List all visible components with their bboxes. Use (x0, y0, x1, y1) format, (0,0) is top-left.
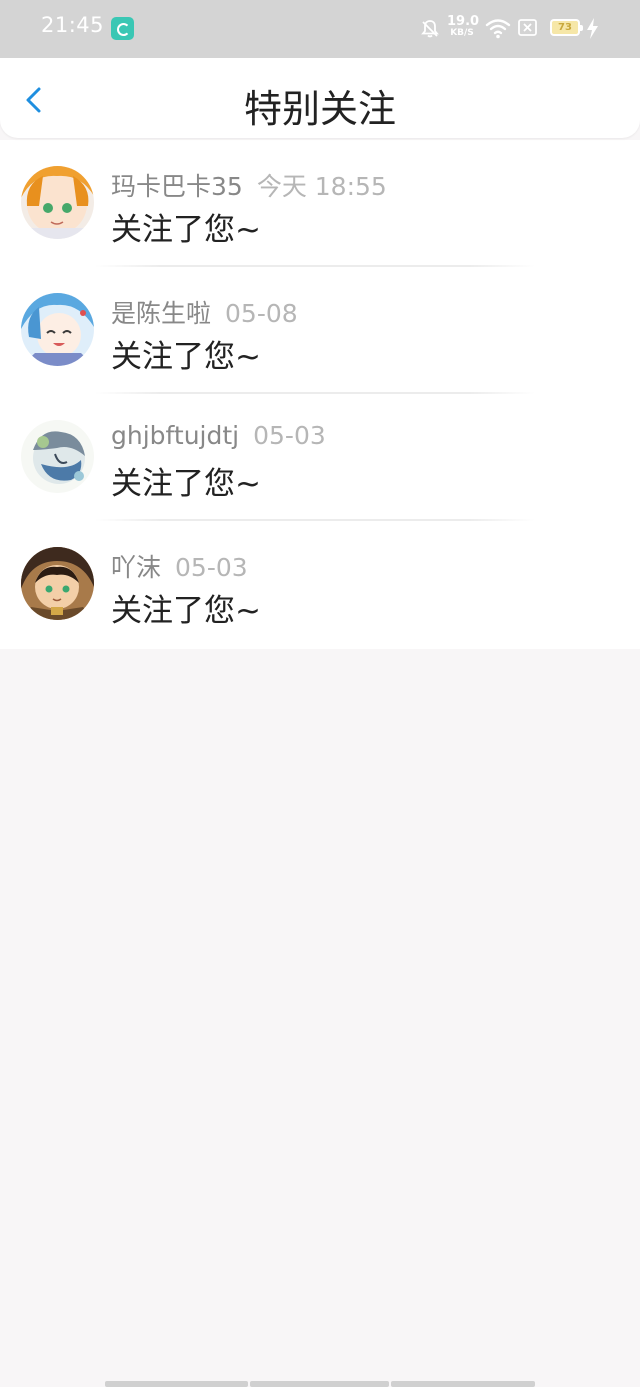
message-text: 关注了您~ (111, 212, 261, 248)
home-indicator-segment (391, 1381, 535, 1387)
list-item[interactable]: ghjbftujdtj 05-03 关注了您~ (0, 394, 640, 521)
list-item[interactable]: 玛卡巴卡35 今天 18:55 关注了您~ (0, 140, 640, 267)
home-indicator-segment (105, 1381, 248, 1387)
avatar[interactable] (21, 293, 94, 366)
status-bar: 21:45 19.0 KB/S 73 (0, 0, 640, 58)
avatar[interactable] (21, 166, 94, 239)
message-text: 关注了您~ (111, 593, 261, 629)
page-title: 特别关注 (243, 87, 396, 131)
avatar[interactable] (21, 420, 94, 493)
battery-icon: 73 (550, 19, 583, 36)
item-meta: 玛卡巴卡35 今天 18:55 (111, 167, 387, 203)
charging-bolt-icon (587, 18, 598, 39)
timestamp: 05-03 (175, 553, 248, 582)
avatar-image (21, 547, 94, 620)
username[interactable]: ghjbftujdtj (111, 421, 239, 450)
list-item[interactable]: 吖沫 05-03 关注了您~ (0, 521, 640, 648)
timestamp: 今天 18:55 (256, 172, 387, 201)
home-indicator[interactable] (105, 1381, 535, 1387)
timestamp: 05-03 (253, 421, 326, 450)
network-speed-value: 19.0 (447, 14, 480, 29)
status-time: 21:45 (41, 13, 105, 37)
wifi-icon (485, 19, 511, 39)
item-meta: 吖沫 05-03 (111, 548, 248, 584)
network-speed: 19.0 KB/S (447, 14, 480, 38)
list-item[interactable]: 是陈生啦 05-08 关注了您~ (0, 267, 640, 394)
follow-notification-list: 玛卡巴卡35 今天 18:55 关注了您~ 是陈生啦 05-08 关注了您~ g… (0, 140, 640, 649)
avatar-image (21, 293, 94, 366)
battery-level: 73 (558, 22, 572, 33)
home-indicator-segment (250, 1381, 389, 1387)
item-meta: ghjbftujdtj 05-03 (111, 421, 326, 450)
message-text: 关注了您~ (111, 466, 261, 502)
username[interactable]: 玛卡巴卡35 (111, 172, 243, 201)
bell-off-icon (421, 20, 439, 38)
username[interactable]: 吖沫 (111, 553, 161, 582)
app-notification-icon (111, 17, 134, 40)
avatar-image (21, 420, 94, 493)
avatar-image (21, 166, 94, 239)
item-meta: 是陈生啦 05-08 (111, 294, 298, 330)
network-speed-unit: KB/S (450, 28, 474, 38)
header: 特别关注 (0, 58, 640, 138)
status-icons: 19.0 KB/S 73 (410, 0, 640, 58)
username[interactable]: 是陈生啦 (111, 299, 211, 328)
timestamp: 05-08 (225, 299, 298, 328)
avatar[interactable] (21, 547, 94, 620)
no-sim-icon (518, 19, 537, 36)
message-text: 关注了您~ (111, 339, 261, 375)
